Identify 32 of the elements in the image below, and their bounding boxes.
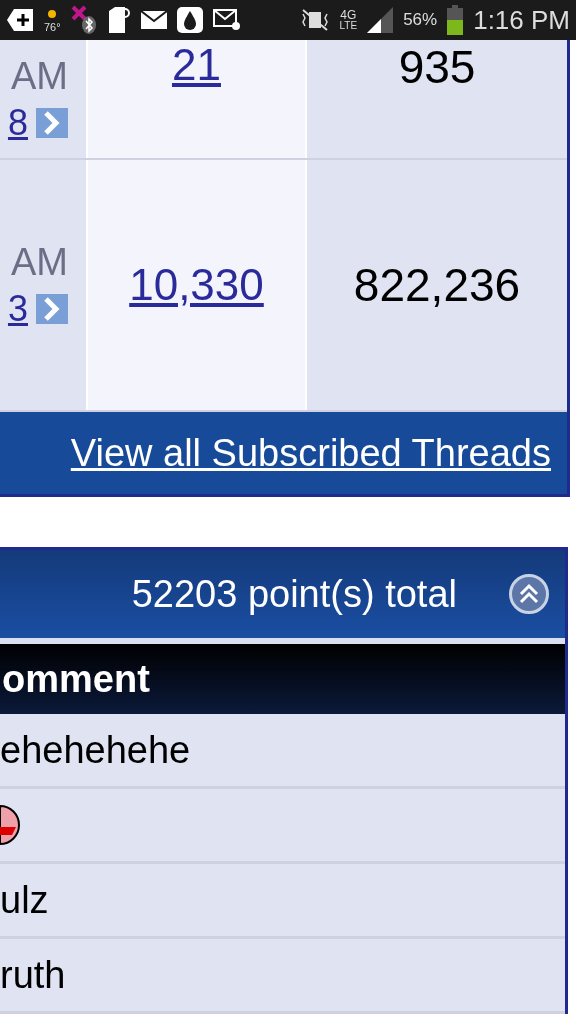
post-link[interactable]: 3: [7, 287, 28, 330]
post-time: AM: [11, 240, 68, 284]
views-count: 822,236: [353, 258, 521, 312]
arrow-right-icon[interactable]: [36, 293, 68, 324]
collapse-button[interactable]: [509, 574, 549, 614]
email-icon: [212, 9, 241, 31]
replies-link[interactable]: 10,330: [129, 260, 264, 310]
clock: 1:16 PM: [473, 4, 570, 36]
battery-icon: [447, 5, 464, 35]
replies-link[interactable]: 21: [172, 40, 221, 90]
post-time: AM: [11, 54, 68, 98]
arrow-right-icon[interactable]: [36, 107, 68, 138]
view-all-link[interactable]: View all Subscribed Threads: [70, 431, 551, 475]
drop-icon: [176, 7, 203, 33]
sim-card-icon: [106, 5, 131, 35]
vibrate-mute-icon: [299, 8, 330, 32]
network-subtype: LTE: [339, 21, 358, 31]
battery-percent: 56%: [403, 10, 438, 30]
comment-text: ulz: [0, 878, 49, 922]
panel-title: 52203 point(s) total: [131, 572, 457, 616]
mail-icon: [140, 11, 167, 29]
bluetooth-off-icon: [70, 5, 97, 35]
add-icon: [6, 8, 34, 32]
network-type: 4G: [340, 9, 357, 21]
views-count: 935: [398, 40, 476, 94]
comment-text: ruth: [0, 953, 66, 997]
post-link[interactable]: 8: [7, 101, 28, 144]
temperature: 76°: [44, 21, 61, 33]
signal-icon: [367, 7, 394, 33]
comment-text: ehehehehe: [0, 728, 191, 772]
column-title: omment: [2, 657, 150, 701]
chevron-up-icon: [517, 582, 541, 606]
